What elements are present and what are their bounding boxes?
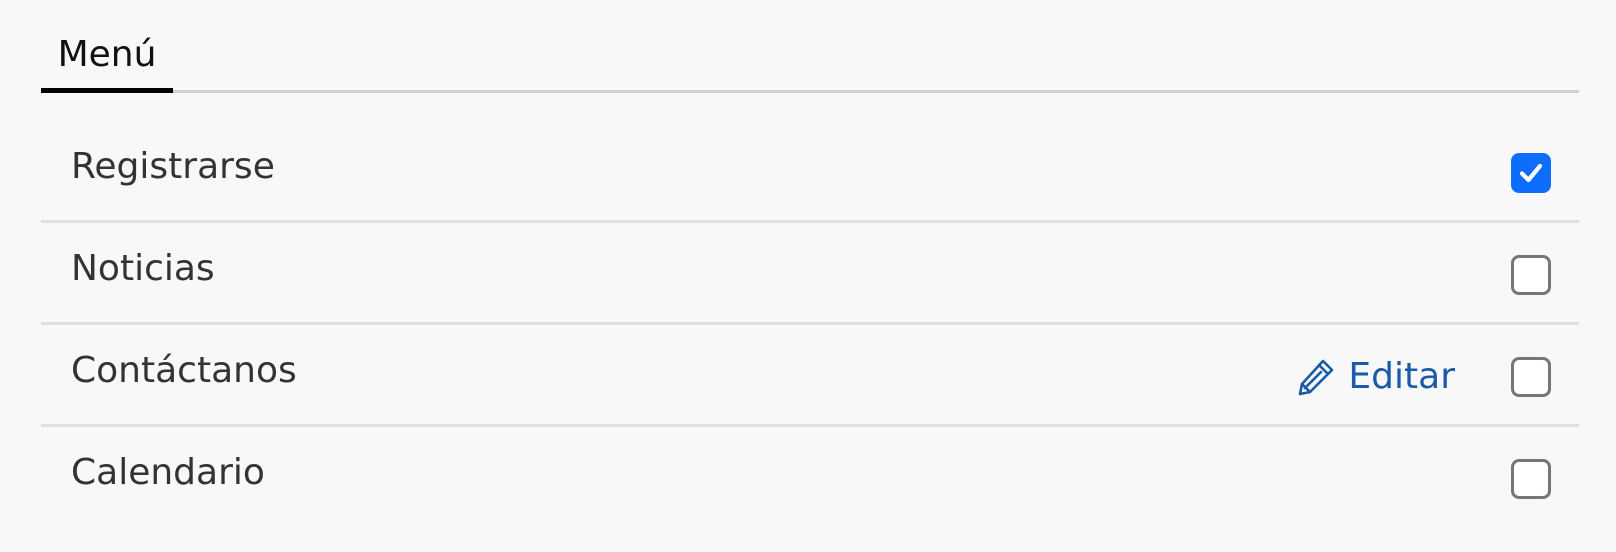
item-label: Contáctanos	[71, 350, 297, 391]
menu-panel: Menú Registrarse Noticias Contáctanos Ed…	[41, 28, 1579, 529]
tab-menu[interactable]: Menú	[41, 31, 173, 93]
tab-bar: Menú	[41, 28, 1579, 93]
list-item: Calendario	[41, 427, 1579, 529]
item-label: Registrarse	[71, 146, 275, 187]
check-icon	[1519, 163, 1543, 183]
item-checkbox[interactable]	[1511, 459, 1551, 499]
pencil-icon	[1299, 359, 1334, 396]
item-checkbox[interactable]	[1511, 357, 1551, 397]
edit-link[interactable]: Editar	[1296, 353, 1455, 401]
menu-items-list: Registrarse Noticias Contáctanos Editar …	[41, 121, 1579, 529]
list-item: Noticias	[41, 223, 1579, 325]
edit-label: Editar	[1348, 356, 1455, 397]
list-item: Registrarse	[41, 121, 1579, 223]
item-checkbox[interactable]	[1511, 255, 1551, 295]
item-checkbox[interactable]	[1511, 153, 1551, 193]
item-label: Noticias	[71, 248, 215, 289]
list-item: Contáctanos Editar	[41, 325, 1579, 427]
item-label: Calendario	[71, 452, 265, 493]
